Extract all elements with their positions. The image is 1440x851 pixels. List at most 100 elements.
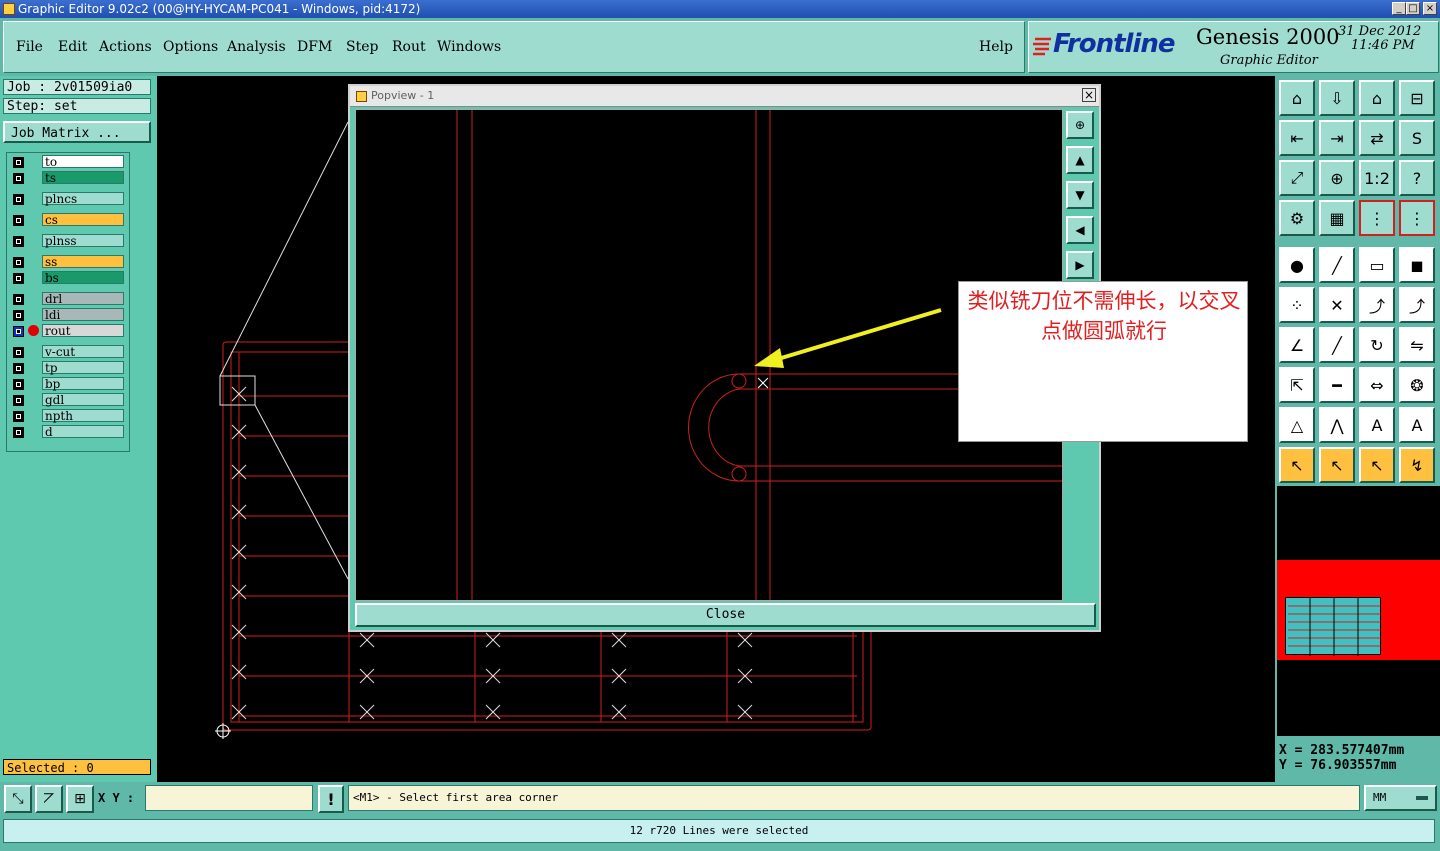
popview-close-button[interactable]: Close [355, 603, 1096, 627]
layer-checkbox[interactable] [13, 310, 24, 321]
menu-analysis[interactable]: Analysis [227, 39, 286, 55]
layer-checkbox[interactable] [13, 273, 24, 284]
pan-right-icon[interactable]: ⇥ [1319, 120, 1355, 156]
layer-checkbox[interactable] [13, 427, 24, 438]
route-icon[interactable]: ↯ [1399, 447, 1435, 483]
triangle-a-icon[interactable]: A [1359, 407, 1395, 443]
center-icon[interactable]: ⊕ [1319, 160, 1355, 196]
layers-icon[interactable]: ⋮ [1359, 200, 1395, 236]
line-icon[interactable]: ━ [1319, 367, 1355, 403]
layer-row-ss[interactable]: ss [9, 255, 127, 269]
popview-down-icon[interactable]: ▼ [1066, 181, 1094, 209]
close-window-button[interactable]: × [1423, 2, 1437, 15]
layer-row-bp[interactable]: bp [9, 377, 127, 391]
layer-checkbox[interactable] [13, 395, 24, 406]
menu-actions[interactable]: Actions [99, 39, 152, 55]
menu-rout[interactable]: Rout [392, 39, 426, 55]
layer-row-cs[interactable]: cs [9, 213, 127, 227]
grid-view-icon[interactable]: ▦ [1319, 200, 1355, 236]
pointer-box-icon[interactable]: ↖ [1319, 447, 1355, 483]
layer-row-plncs[interactable]: plncs [9, 192, 127, 206]
layer-checkbox[interactable] [13, 294, 24, 305]
popview-zoom-icon[interactable]: ⊕ [1066, 111, 1094, 139]
menu-file[interactable]: File [16, 39, 43, 55]
layers-alt-icon[interactable]: ⋮ [1399, 200, 1435, 236]
popview-close-icon[interactable]: × [1082, 88, 1096, 102]
units-select[interactable]: MM [1364, 785, 1437, 811]
popview-left-icon[interactable]: ◀ [1066, 216, 1094, 244]
menu-help[interactable]: Help [979, 39, 1013, 55]
link-alt-icon[interactable]: ⤴ [1399, 287, 1435, 323]
layer-row-d[interactable]: d [9, 425, 127, 439]
layer-row-plnss[interactable]: plnss [9, 234, 127, 248]
help-icon[interactable]: ? [1399, 160, 1435, 196]
popview-right-icon[interactable]: ▶ [1066, 251, 1094, 279]
pointer-icon[interactable]: ↖ [1279, 447, 1315, 483]
layer-row-npth[interactable]: npth [9, 409, 127, 423]
layer-checkbox[interactable] [13, 215, 24, 226]
swap-icon[interactable]: ⇄ [1359, 120, 1395, 156]
layer-row-v-cut[interactable]: v-cut [9, 345, 127, 359]
menu-options[interactable]: Options [163, 39, 218, 55]
overview-map[interactable] [1277, 486, 1440, 736]
triangle-up-icon[interactable]: ⋀ [1319, 407, 1355, 443]
zoom-home-icon[interactable]: ⌂ [1279, 80, 1315, 116]
layer-checkbox[interactable] [13, 173, 24, 184]
scale-icon[interactable]: 1:2 [1359, 160, 1395, 196]
angle-icon[interactable]: ∠ [1279, 327, 1315, 363]
layer-row-gdl[interactable]: gdl [9, 393, 127, 407]
home-icon[interactable]: ⌂ [1359, 80, 1395, 116]
fit-icon[interactable]: ⤢ [1279, 160, 1315, 196]
connect-icon[interactable]: ⁘ [1279, 287, 1315, 323]
layer-row-rout[interactable]: rout [9, 324, 127, 338]
layer-checkbox[interactable] [13, 194, 24, 205]
box-icon[interactable]: ◼ [1399, 247, 1435, 283]
triangle-b-icon[interactable]: A [1399, 407, 1435, 443]
pointer-box2-icon[interactable]: ↖ [1359, 447, 1395, 483]
link-icon[interactable]: ⤴ [1359, 287, 1395, 323]
layer-checkbox[interactable] [13, 326, 24, 337]
zoom-area-icon[interactable]: ⤡ [4, 785, 32, 813]
layer-row-bs[interactable]: bs [9, 271, 127, 285]
excl-button[interactable]: ! [318, 785, 344, 813]
layer-checkbox[interactable] [13, 379, 24, 390]
triangle-icon[interactable]: △ [1279, 407, 1315, 443]
window-icon[interactable]: ⊟ [1399, 80, 1435, 116]
menu-windows[interactable]: Windows [437, 39, 501, 55]
measure-icon[interactable]: ⇔ [1359, 367, 1395, 403]
maximize-button[interactable]: □ [1406, 2, 1420, 15]
zoom-back-icon[interactable]: ⇩ [1319, 80, 1355, 116]
pattern-icon[interactable]: ❂ [1399, 367, 1435, 403]
layer-checkbox[interactable] [13, 236, 24, 247]
layer-row-drl[interactable]: drl [9, 292, 127, 306]
cross-icon[interactable]: ✕ [1319, 287, 1355, 323]
minimize-button[interactable]: _ [1392, 2, 1406, 15]
layer-checkbox[interactable] [13, 411, 24, 422]
grid-icon[interactable]: ⊞ [66, 785, 94, 813]
ruler-icon[interactable]: ▭ [1359, 247, 1395, 283]
menu-step[interactable]: Step [346, 39, 378, 55]
redraw-icon[interactable]: S [1399, 120, 1435, 156]
layer-checkbox[interactable] [13, 257, 24, 268]
slash-icon[interactable]: ╱ [1319, 327, 1355, 363]
layer-checkbox[interactable] [13, 157, 24, 168]
select-point-icon[interactable]: ● [1279, 247, 1315, 283]
menu-dfm[interactable]: DFM [297, 39, 332, 55]
layer-row-ts[interactable]: ts [9, 171, 127, 185]
move-icon[interactable]: ⇱ [1279, 367, 1315, 403]
layer-row-tp[interactable]: tp [9, 361, 127, 375]
layer-checkbox[interactable] [13, 347, 24, 358]
job-matrix-button[interactable]: Job Matrix ... [3, 121, 151, 143]
layer-checkbox[interactable] [13, 363, 24, 374]
menu-edit[interactable]: Edit [58, 39, 87, 55]
snap-icon[interactable]: ⦢ [35, 785, 63, 813]
xy-input[interactable] [145, 785, 313, 811]
layer-row-ldi[interactable]: ldi [9, 308, 127, 322]
layer-row-to[interactable]: to [9, 155, 127, 169]
settings-icon[interactable]: ⚙ [1279, 200, 1315, 236]
popview-canvas[interactable] [355, 109, 1063, 601]
pan-left-icon[interactable]: ⇤ [1279, 120, 1315, 156]
arc-icon[interactable]: ↻ [1359, 327, 1395, 363]
popview-up-icon[interactable]: ▲ [1066, 146, 1094, 174]
flip-icon[interactable]: ⇋ [1399, 327, 1435, 363]
